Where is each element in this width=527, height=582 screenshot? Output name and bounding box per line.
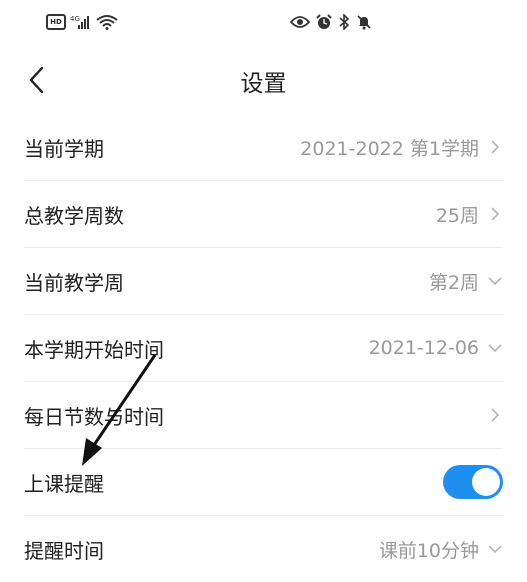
page-title: 设置: [240, 71, 287, 97]
setting-value-group: 课前10分钟: [379, 536, 503, 563]
chevron-right-icon: [487, 206, 503, 222]
mute-icon: [357, 15, 371, 30]
setting-row-current-week[interactable]: 当前教学周 第2周: [24, 248, 503, 315]
settings-list: 当前学期 2021-2022 第1学期 总教学周数 25周 当前教学周 第2周 …: [0, 114, 527, 582]
chevron-down-icon: [487, 340, 503, 356]
signal-icon: 4G: [70, 15, 89, 29]
setting-value-group: 25周: [436, 201, 503, 228]
chevron-down-icon: [487, 273, 503, 289]
setting-label: 每日节数与时间: [24, 404, 164, 429]
setting-value-group: 2021-12-06: [369, 337, 503, 359]
setting-label: 本学期开始时间: [24, 337, 164, 362]
chevron-right-icon: [487, 407, 503, 423]
setting-label: 总教学周数: [24, 203, 124, 228]
setting-row-class-reminder: 上课提醒: [24, 449, 503, 516]
alarm-icon: [316, 14, 332, 29]
status-bar: HD 4G: [0, 0, 527, 50]
setting-value-group: 第2周: [429, 268, 503, 295]
setting-label: 当前教学周: [24, 270, 124, 295]
svg-text:4G: 4G: [70, 15, 80, 23]
setting-label: 上课提醒: [24, 471, 104, 496]
hd-badge-icon: HD: [46, 14, 66, 30]
setting-value: 第2周: [428, 271, 479, 294]
status-left-icons: HD 4G: [46, 14, 118, 30]
wifi-icon: [96, 15, 118, 30]
header: 设置: [0, 52, 527, 108]
chevron-down-icon: [487, 541, 503, 557]
setting-value-group: 2021-2022 第1学期: [300, 134, 503, 161]
setting-row-daily-periods[interactable]: 每日节数与时间: [24, 382, 503, 449]
setting-row-total-weeks[interactable]: 总教学周数 25周: [24, 181, 503, 248]
toggle-knob: [472, 468, 500, 496]
chevron-right-icon: [487, 139, 503, 155]
bluetooth-icon: [339, 14, 350, 30]
eye-icon: [290, 16, 310, 28]
setting-value: 2021-2022 第1学期: [300, 137, 479, 160]
setting-row-current-term[interactable]: 当前学期 2021-2022 第1学期: [24, 114, 503, 181]
setting-row-reminder-time[interactable]: 提醒时间 课前10分钟: [24, 516, 503, 582]
class-reminder-toggle[interactable]: [443, 465, 503, 499]
setting-value-group: [479, 407, 503, 423]
setting-value: 2021-12-06: [368, 337, 479, 359]
setting-value: 课前10分钟: [378, 539, 479, 562]
setting-row-term-start[interactable]: 本学期开始时间 2021-12-06: [24, 315, 503, 382]
setting-value: 25周: [435, 204, 479, 227]
setting-label: 当前学期: [24, 136, 104, 161]
setting-label: 提醒时间: [24, 538, 104, 563]
status-center-icons: [290, 14, 372, 30]
